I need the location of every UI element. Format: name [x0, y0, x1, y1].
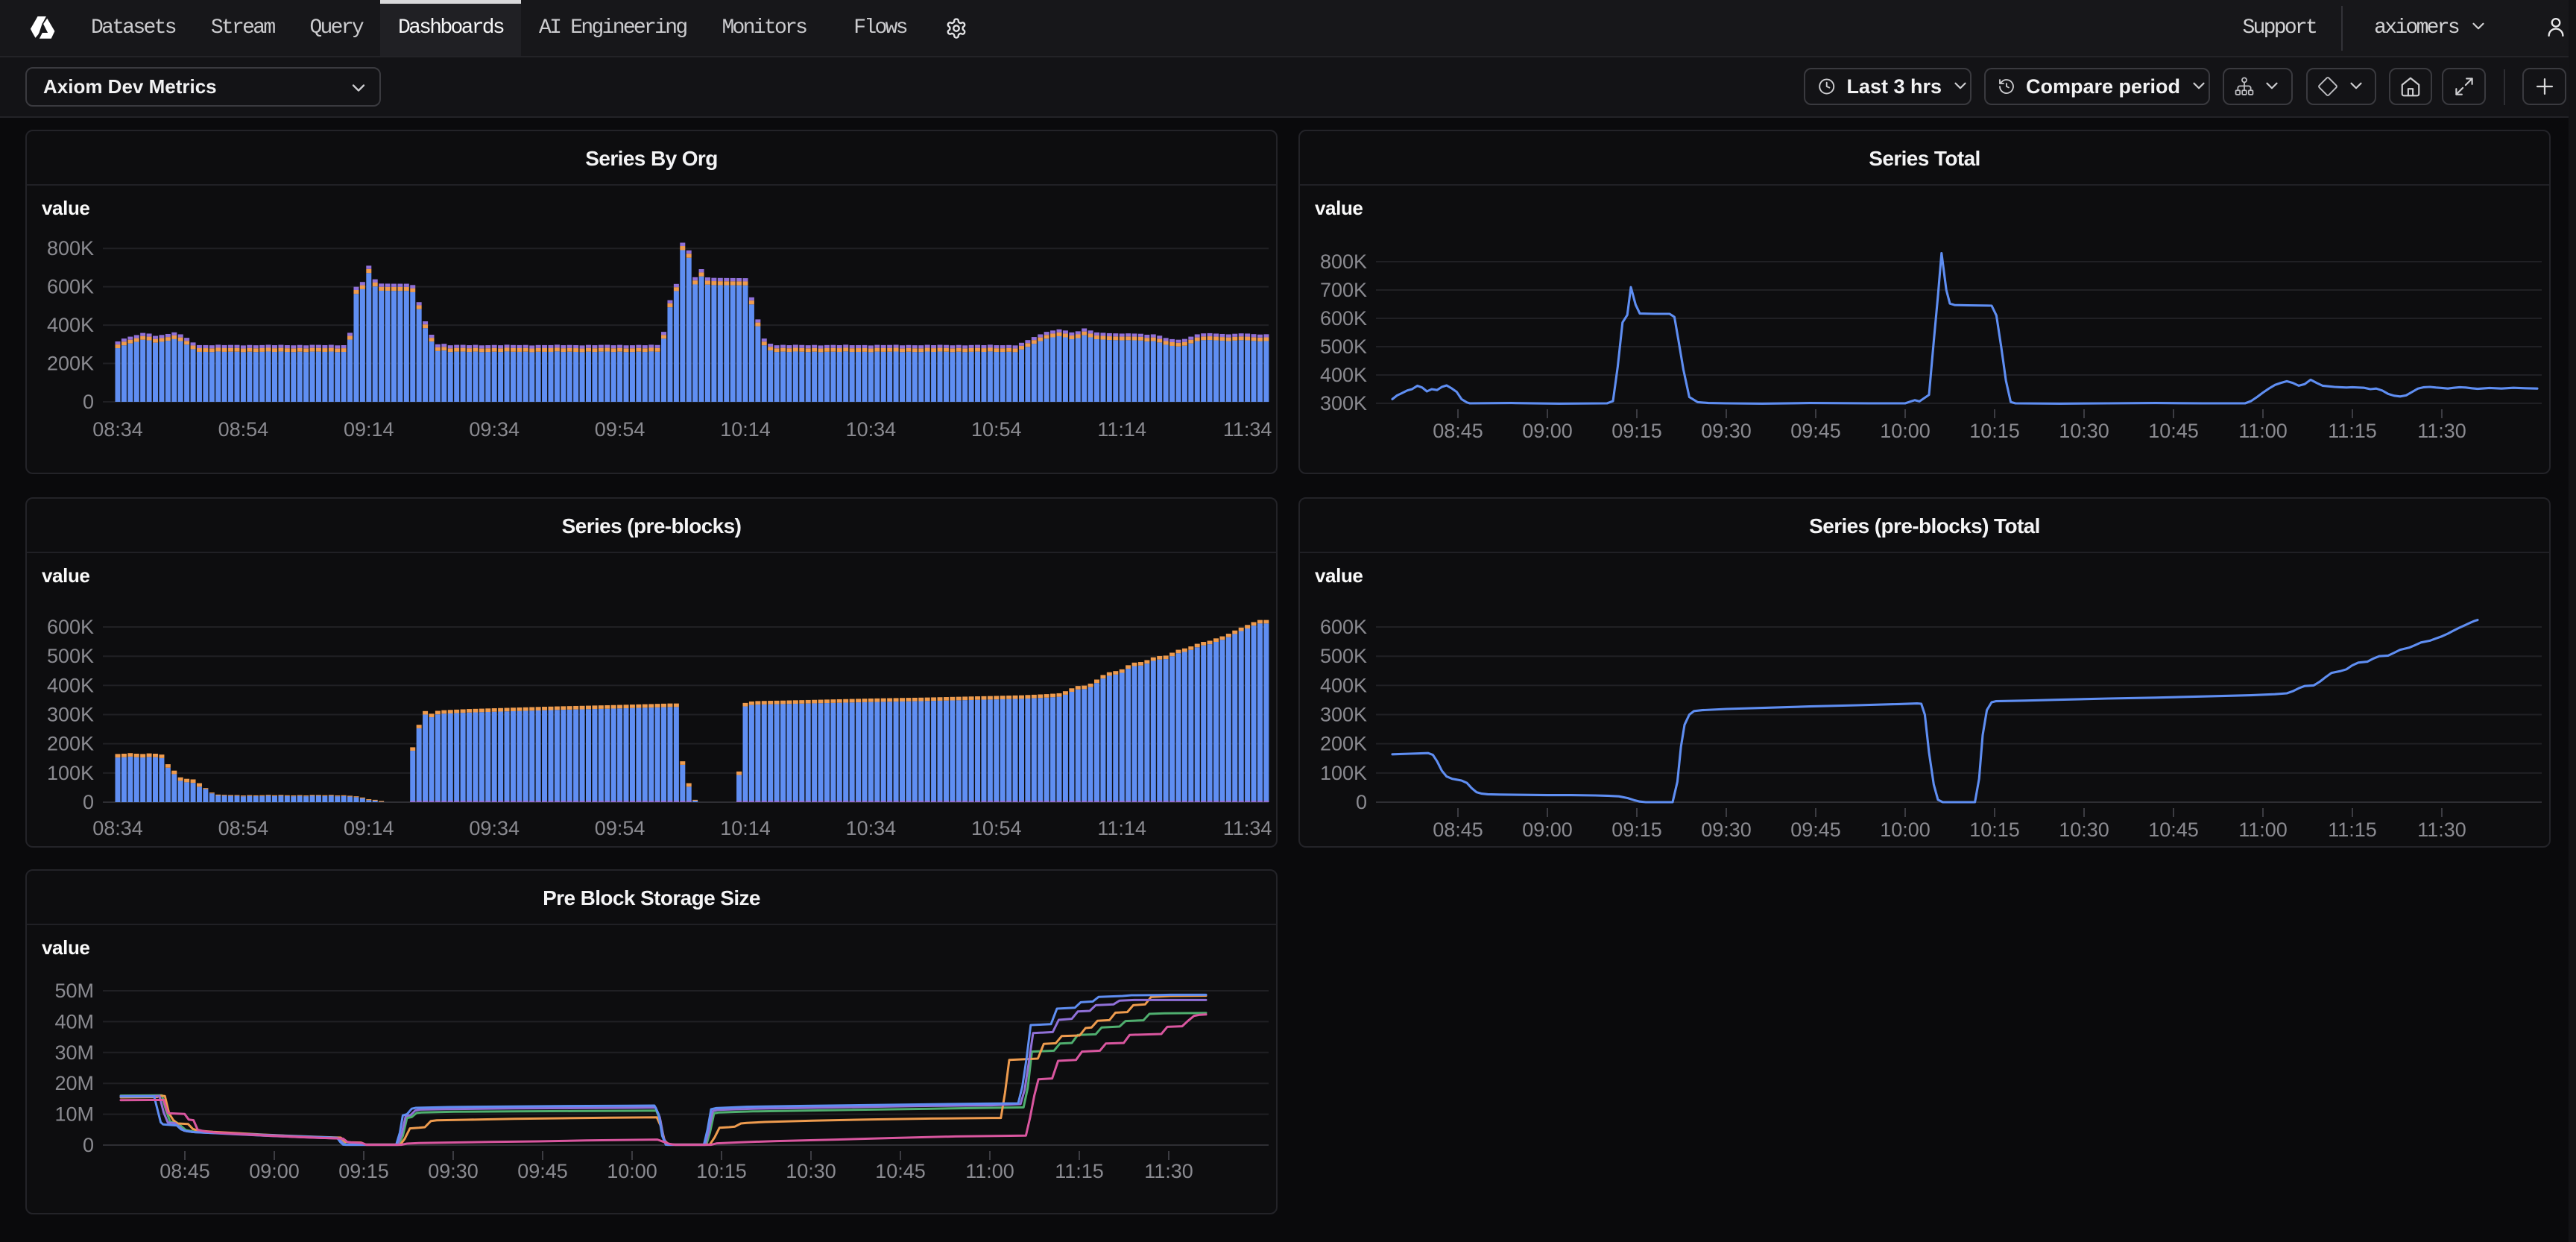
- svg-text:0: 0: [83, 391, 94, 413]
- svg-text:0: 0: [83, 791, 94, 813]
- svg-text:09:30: 09:30: [428, 1160, 479, 1182]
- svg-text:09:00: 09:00: [1522, 819, 1573, 841]
- svg-text:400K: 400K: [47, 314, 94, 336]
- svg-text:100K: 100K: [47, 762, 94, 784]
- svg-text:09:00: 09:00: [249, 1160, 300, 1182]
- svg-text:10:45: 10:45: [875, 1160, 926, 1182]
- svg-text:11:34: 11:34: [1223, 418, 1272, 441]
- svg-text:600K: 600K: [47, 276, 94, 298]
- svg-text:09:34: 09:34: [469, 418, 520, 441]
- svg-text:08:45: 08:45: [1433, 420, 1483, 442]
- svg-text:500K: 500K: [1320, 335, 1367, 358]
- svg-text:10M: 10M: [54, 1103, 94, 1126]
- svg-text:10:54: 10:54: [971, 418, 1022, 441]
- svg-text:10:14: 10:14: [720, 418, 771, 441]
- svg-text:10:30: 10:30: [2059, 819, 2109, 841]
- svg-text:10:00: 10:00: [607, 1160, 657, 1182]
- svg-text:09:30: 09:30: [1701, 819, 1752, 841]
- svg-text:10:30: 10:30: [2059, 420, 2109, 442]
- svg-text:0: 0: [83, 1134, 94, 1156]
- svg-text:11:00: 11:00: [965, 1160, 1014, 1182]
- svg-text:11:15: 11:15: [1055, 1160, 1104, 1182]
- svg-text:11:15: 11:15: [2328, 819, 2377, 841]
- svg-text:09:14: 09:14: [344, 817, 394, 839]
- svg-text:10:54: 10:54: [971, 817, 1022, 839]
- svg-text:09:54: 09:54: [595, 817, 645, 839]
- svg-text:30M: 30M: [54, 1041, 94, 1064]
- svg-text:11:30: 11:30: [2417, 420, 2466, 442]
- svg-text:10:30: 10:30: [786, 1160, 836, 1182]
- svg-text:200K: 200K: [47, 353, 94, 375]
- svg-text:10:00: 10:00: [1880, 420, 1931, 442]
- svg-text:10:15: 10:15: [696, 1160, 747, 1182]
- svg-text:09:15: 09:15: [1611, 420, 1662, 442]
- svg-text:20M: 20M: [54, 1072, 94, 1094]
- svg-text:08:54: 08:54: [218, 418, 269, 441]
- svg-text:09:34: 09:34: [469, 817, 520, 839]
- svg-text:400K: 400K: [1320, 364, 1367, 386]
- svg-text:11:30: 11:30: [2417, 819, 2466, 841]
- svg-text:08:54: 08:54: [218, 817, 269, 839]
- svg-text:09:30: 09:30: [1701, 420, 1752, 442]
- svg-text:0: 0: [1356, 791, 1367, 813]
- svg-text:400K: 400K: [1320, 674, 1367, 696]
- svg-text:200K: 200K: [1320, 733, 1367, 755]
- svg-text:09:15: 09:15: [338, 1160, 389, 1182]
- svg-text:09:45: 09:45: [1790, 819, 1841, 841]
- svg-text:11:14: 11:14: [1097, 418, 1146, 441]
- svg-text:10:34: 10:34: [846, 817, 897, 839]
- svg-text:600K: 600K: [47, 616, 94, 638]
- svg-text:10:15: 10:15: [1969, 420, 2020, 442]
- svg-text:11:00: 11:00: [2238, 420, 2288, 442]
- svg-text:500K: 500K: [1320, 645, 1367, 667]
- svg-text:100K: 100K: [1320, 762, 1367, 784]
- svg-text:09:54: 09:54: [595, 418, 645, 441]
- svg-text:50M: 50M: [54, 980, 94, 1002]
- svg-text:300K: 300K: [1320, 704, 1367, 726]
- svg-text:10:15: 10:15: [1969, 819, 2020, 841]
- svg-text:08:45: 08:45: [160, 1160, 210, 1182]
- svg-text:800K: 800K: [47, 237, 94, 259]
- svg-text:08:45: 08:45: [1433, 819, 1483, 841]
- svg-text:700K: 700K: [1320, 279, 1367, 301]
- svg-text:09:45: 09:45: [517, 1160, 568, 1182]
- svg-text:09:45: 09:45: [1790, 420, 1841, 442]
- svg-text:500K: 500K: [47, 645, 94, 667]
- svg-text:300K: 300K: [47, 704, 94, 726]
- svg-text:600K: 600K: [1320, 616, 1367, 638]
- svg-text:11:14: 11:14: [1097, 817, 1146, 839]
- svg-text:09:15: 09:15: [1611, 819, 1662, 841]
- svg-text:10:00: 10:00: [1880, 819, 1931, 841]
- svg-text:10:45: 10:45: [2148, 819, 2199, 841]
- svg-text:800K: 800K: [1320, 250, 1367, 273]
- svg-text:11:30: 11:30: [1144, 1160, 1193, 1182]
- svg-text:10:14: 10:14: [720, 817, 771, 839]
- svg-text:11:00: 11:00: [2238, 819, 2288, 841]
- svg-text:09:14: 09:14: [344, 418, 394, 441]
- svg-text:08:34: 08:34: [92, 418, 143, 441]
- svg-text:400K: 400K: [47, 674, 94, 696]
- svg-text:600K: 600K: [1320, 307, 1367, 330]
- svg-text:08:34: 08:34: [92, 817, 143, 839]
- svg-text:10:34: 10:34: [846, 418, 897, 441]
- svg-text:11:15: 11:15: [2328, 420, 2377, 442]
- svg-text:10:45: 10:45: [2148, 420, 2199, 442]
- svg-text:300K: 300K: [1320, 392, 1367, 414]
- svg-text:09:00: 09:00: [1522, 420, 1573, 442]
- svg-text:40M: 40M: [54, 1010, 94, 1033]
- svg-text:11:34: 11:34: [1223, 817, 1272, 839]
- svg-text:200K: 200K: [47, 733, 94, 755]
